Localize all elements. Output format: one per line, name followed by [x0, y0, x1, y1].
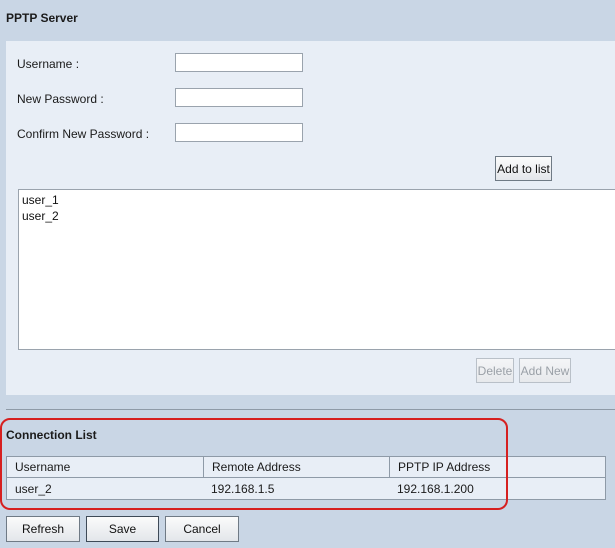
new-password-label: New Password : [17, 92, 104, 106]
connection-list-title: Connection List [6, 428, 97, 442]
table-row: user_2 192.168.1.5 192.168.1.200 [7, 478, 605, 499]
pptp-server-panel: Username : New Password : Confirm New Pa… [6, 41, 615, 395]
add-new-button[interactable]: Add New [519, 358, 571, 383]
cell-pptp-ip: 192.168.1.200 [397, 481, 474, 496]
username-input[interactable] [175, 53, 303, 72]
user-listbox[interactable]: user_1 user_2 [18, 189, 615, 350]
table-header: Username Remote Address PPTP IP Address [7, 457, 605, 478]
column-header-pptp-ip: PPTP IP Address [389, 457, 605, 477]
save-button[interactable]: Save [86, 516, 159, 542]
delete-button[interactable]: Delete [476, 358, 514, 383]
confirm-password-input[interactable] [175, 123, 303, 142]
column-header-username: Username [15, 460, 71, 474]
column-header-remote-address: Remote Address [203, 457, 389, 477]
username-label: Username : [17, 57, 80, 71]
cell-remote-address: 192.168.1.5 [211, 481, 275, 496]
section-divider [6, 409, 615, 410]
cell-username: user_2 [15, 481, 52, 496]
add-to-list-button[interactable]: Add to list [495, 156, 552, 181]
confirm-password-label: Confirm New Password : [17, 127, 150, 141]
pptp-server-title: PPTP Server [6, 11, 78, 25]
list-item[interactable]: user_2 [22, 208, 615, 224]
refresh-button[interactable]: Refresh [6, 516, 80, 542]
cancel-button[interactable]: Cancel [165, 516, 239, 542]
list-item[interactable]: user_1 [22, 192, 615, 208]
new-password-input[interactable] [175, 88, 303, 107]
connection-table: Username Remote Address PPTP IP Address … [6, 456, 606, 500]
